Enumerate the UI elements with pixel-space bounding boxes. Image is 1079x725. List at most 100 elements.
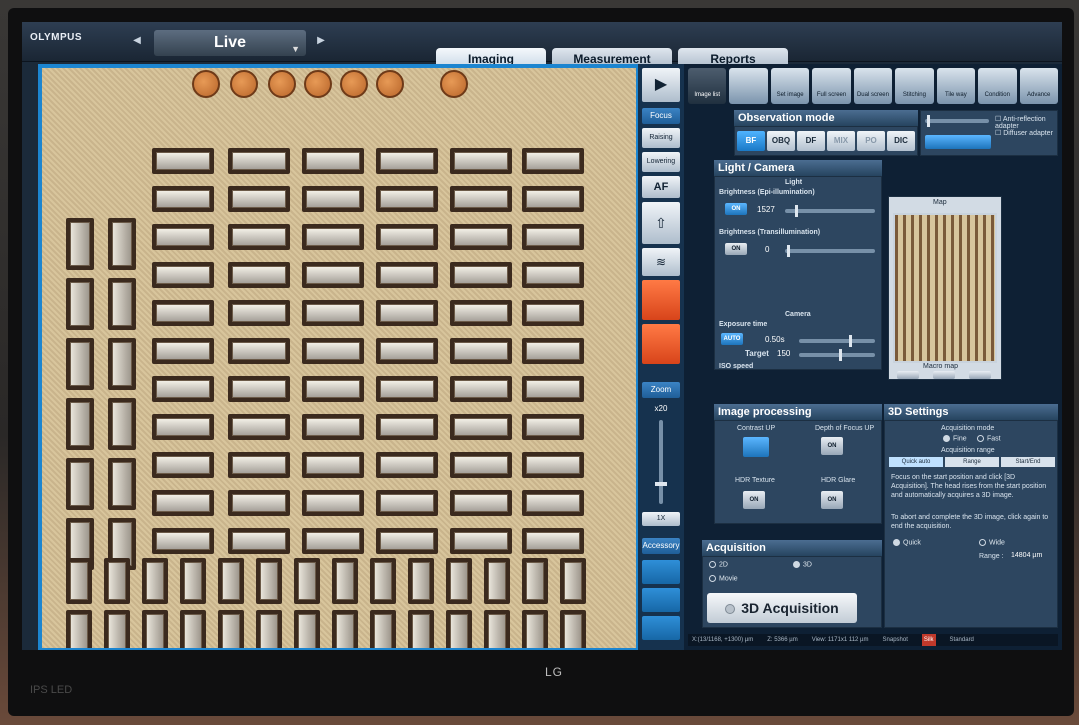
smd-component <box>108 218 136 270</box>
radio-3d[interactable]: 3D <box>793 561 812 568</box>
macro-map[interactable] <box>893 213 997 363</box>
radio-movie[interactable]: Movie <box>709 575 738 582</box>
component-body <box>526 456 580 474</box>
smd-component <box>228 338 290 364</box>
map-play-button[interactable] <box>933 371 955 379</box>
mode-obq-button[interactable]: OBQ <box>767 131 795 151</box>
smd-component <box>376 262 438 288</box>
fast-radio[interactable]: Fast <box>977 435 1001 442</box>
target-slider[interactable] <box>799 349 875 361</box>
status-bar: X:(13/1168, +1300) µm Z: 5366 µm View: 1… <box>688 634 1058 646</box>
adapter-slider[interactable] <box>925 115 989 127</box>
raising-button[interactable]: Raising <box>642 128 680 148</box>
trans-on-button[interactable]: ON <box>725 243 747 255</box>
subtab-range[interactable]: Range <box>945 457 999 467</box>
exposure-auto-button[interactable]: AUTO <box>721 333 743 345</box>
mode-po-button[interactable]: PO <box>857 131 885 151</box>
observation-title: Observation mode <box>734 110 918 126</box>
component-body <box>70 282 90 326</box>
contrast-label: Contrast UP <box>737 425 776 432</box>
mode-mix-button[interactable]: MIX <box>827 131 855 151</box>
adapter-slider-knob[interactable] <box>927 115 930 127</box>
play-button[interactable]: ▶ <box>642 68 680 102</box>
hdr-glare-button[interactable]: ON <box>821 491 843 509</box>
component-body <box>232 494 286 512</box>
lowering-button[interactable]: Lowering <box>642 152 680 172</box>
radio-3d-label: 3D <box>803 561 812 569</box>
radio-2d-label: 2D <box>719 561 728 569</box>
smd-component <box>376 338 438 364</box>
smd-component <box>450 414 512 440</box>
zoom-slider-knob[interactable] <box>655 482 667 486</box>
accessory-button-2[interactable] <box>642 588 680 612</box>
ribbon-condition[interactable]: Condition <box>978 68 1017 104</box>
autofocus-button[interactable]: AF <box>642 176 680 198</box>
zoom-label: Zoom <box>642 382 680 398</box>
ribbon-live[interactable] <box>729 68 768 104</box>
smd-component <box>228 528 290 554</box>
mode-bf-button[interactable]: BF <box>737 131 765 151</box>
accessory-button-1[interactable] <box>642 560 680 584</box>
map-next-button[interactable] <box>969 371 991 379</box>
live-image[interactable] <box>42 68 636 648</box>
ribbon-full-screen[interactable]: Full screen <box>812 68 851 104</box>
component-body <box>454 418 508 436</box>
component-body <box>454 304 508 322</box>
radio-2d-dot <box>709 561 716 568</box>
focus-step-icon[interactable]: ≋ <box>642 248 680 276</box>
component-body <box>232 266 286 284</box>
depth-on-button[interactable]: ON <box>821 437 843 455</box>
epi-brightness-slider[interactable] <box>785 205 875 217</box>
ribbon-stitching[interactable]: Stitching <box>895 68 934 104</box>
smd-component <box>408 610 434 648</box>
quick-radio[interactable]: Quick <box>893 539 921 546</box>
fine-radio[interactable]: Fine <box>943 435 967 442</box>
adapter-select-button[interactable] <box>925 135 991 149</box>
ribbon-set-image[interactable]: Set image <box>770 68 810 104</box>
monitor-panel-label: IPS LED <box>30 684 73 696</box>
focus-coarse-button[interactable] <box>642 280 680 320</box>
map-prev-button[interactable] <box>897 371 919 379</box>
epi-on-button[interactable]: ON <box>725 203 747 215</box>
mode-df-button[interactable]: DF <box>797 131 825 151</box>
target-slider-knob[interactable] <box>839 349 842 361</box>
component-body <box>306 380 360 398</box>
mode-selector[interactable]: Live ▼ <box>154 30 306 56</box>
focus-up-icon[interactable]: ⇧ <box>642 202 680 244</box>
epi-slider-knob[interactable] <box>795 205 798 217</box>
focus-fine-button[interactable] <box>642 324 680 364</box>
radio-2d[interactable]: 2D <box>709 561 728 568</box>
forward-arrow-icon[interactable]: ▶ <box>314 34 328 48</box>
component-body <box>232 190 286 208</box>
subtab-start-end[interactable]: Start/End <box>1001 457 1055 467</box>
component-body <box>412 614 430 648</box>
wide-radio[interactable]: Wide <box>979 539 1005 546</box>
smd-component <box>302 338 364 364</box>
hdr-texture-button[interactable]: ON <box>743 491 765 509</box>
diffuser-checkbox[interactable]: ☐ Diffuser adapter <box>995 129 1053 137</box>
component-body <box>306 494 360 512</box>
trans-brightness-slider[interactable] <box>785 245 875 257</box>
fine-radio-dot <box>943 435 950 442</box>
back-arrow-icon[interactable]: ◀ <box>130 34 144 48</box>
ribbon-dual-screen[interactable]: Dual screen <box>853 68 893 104</box>
component-body <box>526 228 580 246</box>
subtab-quick-auto[interactable]: Quick auto <box>889 457 943 467</box>
component-body <box>306 532 360 550</box>
image-processing-title: Image processing <box>714 404 882 420</box>
zoom-reset-button[interactable]: 1X <box>642 512 680 526</box>
ribbon-advance[interactable]: Advance <box>1019 68 1058 104</box>
ribbon-image-list[interactable]: Image list <box>688 68 727 104</box>
accessory-button-3[interactable] <box>642 616 680 640</box>
component-body <box>306 266 360 284</box>
trans-slider-knob[interactable] <box>787 245 790 257</box>
zoom-slider[interactable] <box>655 420 667 504</box>
mode-dic-button[interactable]: DIC <box>887 131 915 151</box>
exposure-slider-knob[interactable] <box>849 335 852 347</box>
component-body <box>454 228 508 246</box>
ribbon-tile-way[interactable]: Tile way <box>936 68 976 104</box>
exposure-slider[interactable] <box>799 335 875 347</box>
acquisition-3d-button[interactable]: 3D Acquisition <box>707 593 857 623</box>
contrast-button[interactable] <box>743 437 769 457</box>
anti-reflection-checkbox[interactable]: ☐ Anti-reflection adapter <box>995 115 1057 130</box>
